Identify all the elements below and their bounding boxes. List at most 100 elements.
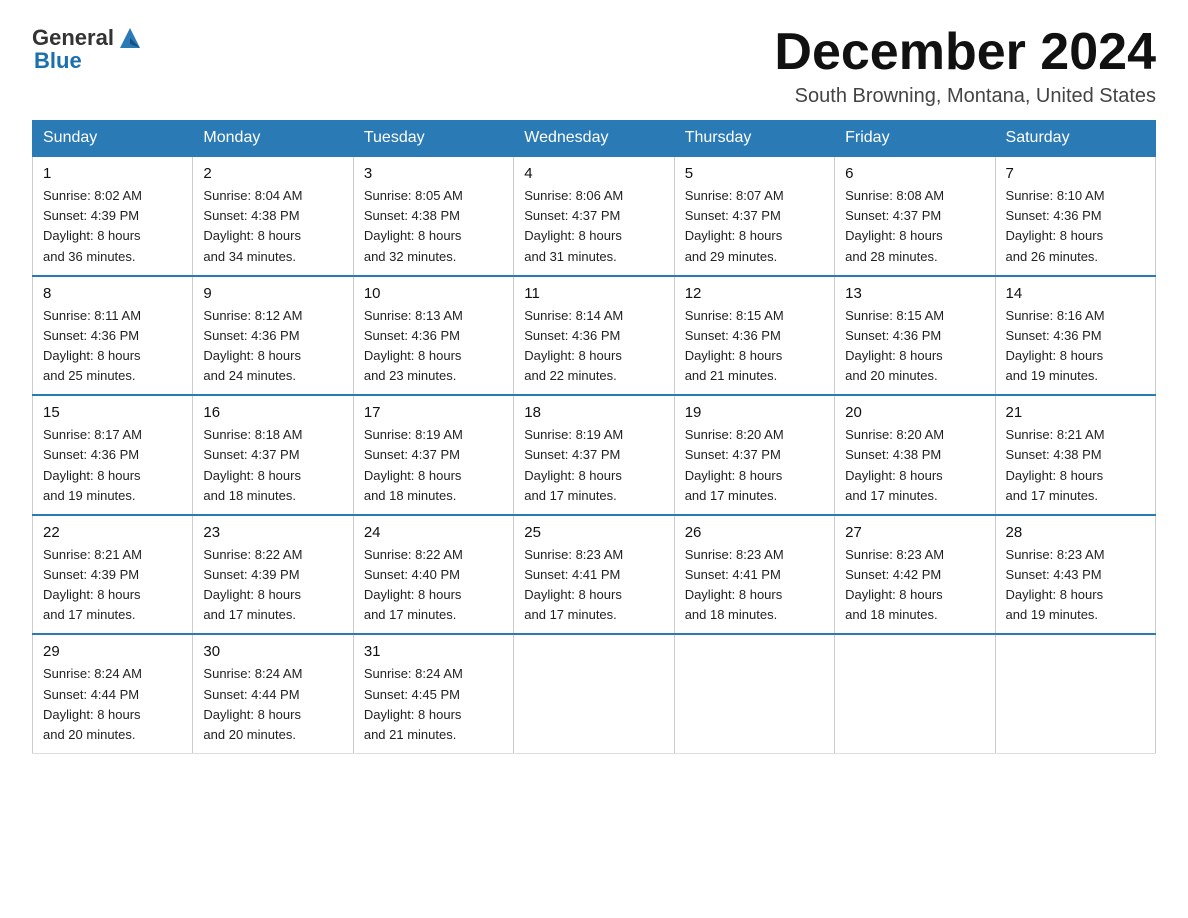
table-row: 22 Sunrise: 8:21 AM Sunset: 4:39 PM Dayl… xyxy=(33,515,193,635)
day-number: 8 xyxy=(43,285,182,302)
table-row: 15 Sunrise: 8:17 AM Sunset: 4:36 PM Dayl… xyxy=(33,395,193,515)
month-title: December 2024 xyxy=(774,24,1156,81)
table-row xyxy=(995,634,1155,753)
table-row: 25 Sunrise: 8:23 AM Sunset: 4:41 PM Dayl… xyxy=(514,515,674,635)
table-row: 1 Sunrise: 8:02 AM Sunset: 4:39 PM Dayli… xyxy=(33,156,193,276)
day-info: Sunrise: 8:13 AM Sunset: 4:36 PM Dayligh… xyxy=(364,306,503,387)
day-number: 26 xyxy=(685,524,824,541)
table-row: 23 Sunrise: 8:22 AM Sunset: 4:39 PM Dayl… xyxy=(193,515,353,635)
table-row: 12 Sunrise: 8:15 AM Sunset: 4:36 PM Dayl… xyxy=(674,276,834,396)
day-info: Sunrise: 8:14 AM Sunset: 4:36 PM Dayligh… xyxy=(524,306,663,387)
day-info: Sunrise: 8:20 AM Sunset: 4:38 PM Dayligh… xyxy=(845,425,984,506)
table-row: 4 Sunrise: 8:06 AM Sunset: 4:37 PM Dayli… xyxy=(514,156,674,276)
col-thursday: Thursday xyxy=(674,121,834,157)
calendar-header-row: Sunday Monday Tuesday Wednesday Thursday… xyxy=(33,121,1156,157)
col-tuesday: Tuesday xyxy=(353,121,513,157)
day-info: Sunrise: 8:24 AM Sunset: 4:44 PM Dayligh… xyxy=(43,664,182,745)
table-row xyxy=(835,634,995,753)
day-number: 1 xyxy=(43,165,182,182)
day-number: 4 xyxy=(524,165,663,182)
day-number: 7 xyxy=(1006,165,1145,182)
day-info: Sunrise: 8:19 AM Sunset: 4:37 PM Dayligh… xyxy=(524,425,663,506)
day-info: Sunrise: 8:02 AM Sunset: 4:39 PM Dayligh… xyxy=(43,186,182,267)
location-title: South Browning, Montana, United States xyxy=(774,85,1156,108)
logo-blue: Blue xyxy=(34,48,82,73)
calendar-week-row: 15 Sunrise: 8:17 AM Sunset: 4:36 PM Dayl… xyxy=(33,395,1156,515)
table-row: 2 Sunrise: 8:04 AM Sunset: 4:38 PM Dayli… xyxy=(193,156,353,276)
table-row: 18 Sunrise: 8:19 AM Sunset: 4:37 PM Dayl… xyxy=(514,395,674,515)
logo-general: General xyxy=(32,25,114,50)
table-row: 29 Sunrise: 8:24 AM Sunset: 4:44 PM Dayl… xyxy=(33,634,193,753)
day-info: Sunrise: 8:08 AM Sunset: 4:37 PM Dayligh… xyxy=(845,186,984,267)
day-number: 23 xyxy=(203,524,342,541)
table-row: 7 Sunrise: 8:10 AM Sunset: 4:36 PM Dayli… xyxy=(995,156,1155,276)
table-row: 3 Sunrise: 8:05 AM Sunset: 4:38 PM Dayli… xyxy=(353,156,513,276)
table-row: 24 Sunrise: 8:22 AM Sunset: 4:40 PM Dayl… xyxy=(353,515,513,635)
col-friday: Friday xyxy=(835,121,995,157)
day-info: Sunrise: 8:23 AM Sunset: 4:42 PM Dayligh… xyxy=(845,545,984,626)
day-number: 9 xyxy=(203,285,342,302)
table-row xyxy=(674,634,834,753)
day-number: 18 xyxy=(524,404,663,421)
day-number: 22 xyxy=(43,524,182,541)
table-row: 8 Sunrise: 8:11 AM Sunset: 4:36 PM Dayli… xyxy=(33,276,193,396)
day-info: Sunrise: 8:24 AM Sunset: 4:44 PM Dayligh… xyxy=(203,664,342,745)
day-info: Sunrise: 8:18 AM Sunset: 4:37 PM Dayligh… xyxy=(203,425,342,506)
day-number: 10 xyxy=(364,285,503,302)
day-info: Sunrise: 8:22 AM Sunset: 4:40 PM Dayligh… xyxy=(364,545,503,626)
day-info: Sunrise: 8:19 AM Sunset: 4:37 PM Dayligh… xyxy=(364,425,503,506)
day-info: Sunrise: 8:23 AM Sunset: 4:41 PM Dayligh… xyxy=(685,545,824,626)
day-number: 15 xyxy=(43,404,182,421)
day-number: 24 xyxy=(364,524,503,541)
calendar-week-row: 8 Sunrise: 8:11 AM Sunset: 4:36 PM Dayli… xyxy=(33,276,1156,396)
table-row: 10 Sunrise: 8:13 AM Sunset: 4:36 PM Dayl… xyxy=(353,276,513,396)
day-number: 31 xyxy=(364,643,503,660)
table-row: 16 Sunrise: 8:18 AM Sunset: 4:37 PM Dayl… xyxy=(193,395,353,515)
logo-icon xyxy=(116,24,144,52)
day-number: 30 xyxy=(203,643,342,660)
day-info: Sunrise: 8:21 AM Sunset: 4:38 PM Dayligh… xyxy=(1006,425,1145,506)
day-info: Sunrise: 8:24 AM Sunset: 4:45 PM Dayligh… xyxy=(364,664,503,745)
day-info: Sunrise: 8:17 AM Sunset: 4:36 PM Dayligh… xyxy=(43,425,182,506)
day-number: 16 xyxy=(203,404,342,421)
day-number: 3 xyxy=(364,165,503,182)
table-row: 27 Sunrise: 8:23 AM Sunset: 4:42 PM Dayl… xyxy=(835,515,995,635)
day-number: 14 xyxy=(1006,285,1145,302)
col-sunday: Sunday xyxy=(33,121,193,157)
day-number: 29 xyxy=(43,643,182,660)
table-row: 30 Sunrise: 8:24 AM Sunset: 4:44 PM Dayl… xyxy=(193,634,353,753)
day-number: 17 xyxy=(364,404,503,421)
day-number: 21 xyxy=(1006,404,1145,421)
table-row: 31 Sunrise: 8:24 AM Sunset: 4:45 PM Dayl… xyxy=(353,634,513,753)
day-info: Sunrise: 8:04 AM Sunset: 4:38 PM Dayligh… xyxy=(203,186,342,267)
table-row: 26 Sunrise: 8:23 AM Sunset: 4:41 PM Dayl… xyxy=(674,515,834,635)
day-info: Sunrise: 8:23 AM Sunset: 4:43 PM Dayligh… xyxy=(1006,545,1145,626)
calendar-table: Sunday Monday Tuesday Wednesday Thursday… xyxy=(32,120,1156,754)
day-number: 28 xyxy=(1006,524,1145,541)
col-wednesday: Wednesday xyxy=(514,121,674,157)
day-info: Sunrise: 8:06 AM Sunset: 4:37 PM Dayligh… xyxy=(524,186,663,267)
day-info: Sunrise: 8:20 AM Sunset: 4:37 PM Dayligh… xyxy=(685,425,824,506)
day-number: 19 xyxy=(685,404,824,421)
day-info: Sunrise: 8:05 AM Sunset: 4:38 PM Dayligh… xyxy=(364,186,503,267)
table-row: 21 Sunrise: 8:21 AM Sunset: 4:38 PM Dayl… xyxy=(995,395,1155,515)
table-row: 17 Sunrise: 8:19 AM Sunset: 4:37 PM Dayl… xyxy=(353,395,513,515)
day-number: 6 xyxy=(845,165,984,182)
page-header: General Blue December 2024 South Brownin… xyxy=(32,24,1156,108)
day-number: 13 xyxy=(845,285,984,302)
table-row: 11 Sunrise: 8:14 AM Sunset: 4:36 PM Dayl… xyxy=(514,276,674,396)
table-row: 5 Sunrise: 8:07 AM Sunset: 4:37 PM Dayli… xyxy=(674,156,834,276)
calendar-week-row: 22 Sunrise: 8:21 AM Sunset: 4:39 PM Dayl… xyxy=(33,515,1156,635)
day-info: Sunrise: 8:07 AM Sunset: 4:37 PM Dayligh… xyxy=(685,186,824,267)
day-info: Sunrise: 8:22 AM Sunset: 4:39 PM Dayligh… xyxy=(203,545,342,626)
day-info: Sunrise: 8:21 AM Sunset: 4:39 PM Dayligh… xyxy=(43,545,182,626)
table-row: 9 Sunrise: 8:12 AM Sunset: 4:36 PM Dayli… xyxy=(193,276,353,396)
day-info: Sunrise: 8:12 AM Sunset: 4:36 PM Dayligh… xyxy=(203,306,342,387)
calendar-week-row: 1 Sunrise: 8:02 AM Sunset: 4:39 PM Dayli… xyxy=(33,156,1156,276)
day-number: 12 xyxy=(685,285,824,302)
day-info: Sunrise: 8:15 AM Sunset: 4:36 PM Dayligh… xyxy=(845,306,984,387)
day-info: Sunrise: 8:15 AM Sunset: 4:36 PM Dayligh… xyxy=(685,306,824,387)
day-number: 25 xyxy=(524,524,663,541)
col-saturday: Saturday xyxy=(995,121,1155,157)
day-info: Sunrise: 8:23 AM Sunset: 4:41 PM Dayligh… xyxy=(524,545,663,626)
